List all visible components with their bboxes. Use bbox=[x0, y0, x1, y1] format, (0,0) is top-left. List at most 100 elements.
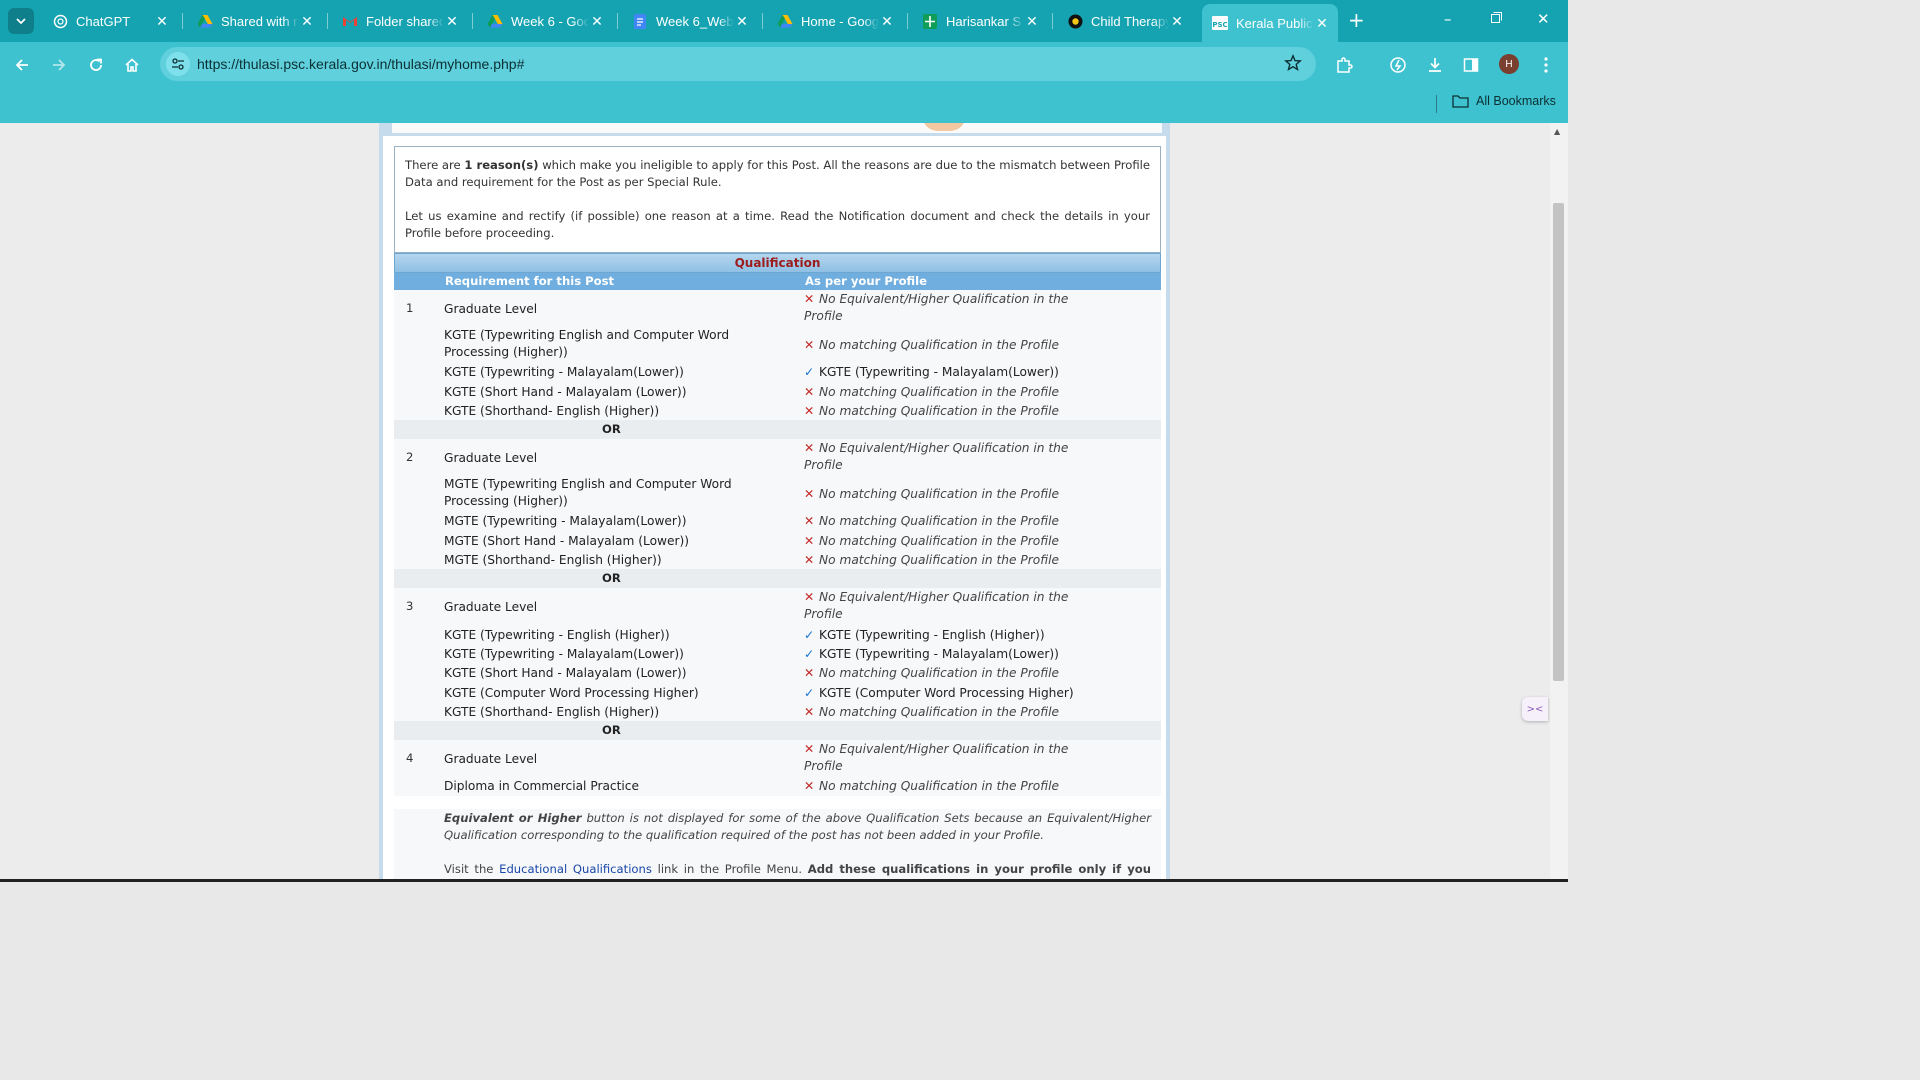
tab-close-icon[interactable]: ✕ bbox=[1169, 13, 1185, 30]
qualification-row: KGTE (Short Hand - Malayalam (Lower)) ✕ No… bbox=[394, 381, 1161, 400]
tab-search-button[interactable] bbox=[8, 8, 34, 34]
cross-icon: ✕ bbox=[804, 384, 815, 399]
requirement-cell: KGTE (Short Hand - Malayalam (Lower)) bbox=[444, 666, 687, 681]
tab-close-icon[interactable]: ✕ bbox=[154, 13, 170, 30]
site-info-icon[interactable] bbox=[166, 52, 190, 76]
side-panel-button[interactable] bbox=[1460, 54, 1482, 76]
profile-status-text: KGTE (Typewriting - Malayalam(Lower)) bbox=[819, 646, 1059, 661]
tab-separator bbox=[617, 13, 618, 29]
forward-button[interactable] bbox=[48, 54, 70, 76]
profile-avatar[interactable]: H bbox=[1499, 54, 1519, 74]
profile-cell: ✓ KGTE (Typewriting - Malayalam(Lower)) bbox=[804, 364, 1074, 381]
star-icon bbox=[1284, 53, 1302, 72]
or-separator: OR bbox=[394, 569, 1161, 589]
qualification-set: 1 Graduate Level ✕ No Equivalent/Higher Qua… bbox=[394, 290, 1161, 421]
back-button[interactable] bbox=[11, 54, 33, 76]
reason-count: 1 reason(s) bbox=[464, 158, 539, 172]
qualification-row: 3 Graduate Level ✕ No Equivalent/Higher Qua… bbox=[394, 588, 1161, 624]
profile-cell: ✓ KGTE (Computer Word Processing Higher) bbox=[804, 685, 1074, 702]
profile-status-text: No matching Qualification in the Profile bbox=[819, 705, 1059, 720]
tab-separator bbox=[907, 13, 908, 29]
requirement-cell: Graduate Level bbox=[444, 450, 538, 465]
profile-status-text: No matching Qualification in the Profile bbox=[819, 553, 1059, 568]
set-number: 1 bbox=[406, 300, 414, 315]
browser-tab[interactable]: Harisankar S ✕ bbox=[912, 6, 1048, 36]
address-bar[interactable]: https://thulasi.psc.kerala.gov.in/thulas… bbox=[160, 47, 1316, 81]
profile-status-text: No matching Qualification in the Profile bbox=[819, 403, 1059, 418]
profile-cell: ✕ No Equivalent/Higher Qualification in t… bbox=[804, 741, 1074, 775]
tab-close-icon[interactable]: ✕ bbox=[734, 13, 750, 30]
sheets-icon bbox=[922, 13, 938, 29]
all-bookmarks-button[interactable]: All Bookmarks bbox=[1452, 94, 1556, 108]
requirement-cell: KGTE (Typewriting English and Computer W… bbox=[444, 328, 730, 359]
ineligibility-reason-text: There are 1 reason(s) which make you ine… bbox=[405, 158, 1150, 189]
menu-button[interactable] bbox=[1535, 54, 1557, 76]
browser-tab[interactable]: Child Therapy ✕ bbox=[1057, 6, 1193, 36]
browser-tab[interactable]: Shared with me✕ bbox=[187, 6, 323, 36]
site-icon bbox=[1067, 13, 1083, 29]
extensions-button[interactable] bbox=[1333, 54, 1355, 76]
qualification-set: 4 Graduate Level ✕ No Equivalent/Higher Qua… bbox=[394, 740, 1161, 796]
profile-status-text: No matching Qualification in the Profile bbox=[819, 533, 1059, 548]
browser-tab[interactable]: Home - Google Drive✕ bbox=[767, 6, 903, 36]
scroll-thumb[interactable] bbox=[1553, 203, 1564, 681]
kebab-menu-icon bbox=[1544, 57, 1548, 73]
cross-icon: ✕ bbox=[804, 666, 815, 681]
checkmark-icon: ✓ bbox=[804, 365, 815, 380]
qualification-row: KGTE (Typewriting - Malayalam(Lower)) ✓ KG… bbox=[394, 362, 1161, 381]
educational-qualifications-link[interactable]: Educational Qualifications bbox=[499, 862, 652, 876]
profile-cell: ✕ No matching Qualification in the Profil… bbox=[804, 665, 1074, 682]
profile-status-text: No Equivalent/Higher Qualification in th… bbox=[804, 292, 1069, 323]
qualification-table-body: 1 Graduate Level ✕ No Equivalent/Higher Qua… bbox=[394, 290, 1161, 796]
qualification-section-title: Qualification bbox=[394, 253, 1161, 273]
tab-close-icon[interactable]: ✕ bbox=[1024, 13, 1040, 30]
side-widget-button[interactable]: >< bbox=[1522, 697, 1548, 721]
tab-close-icon[interactable]: ✕ bbox=[299, 13, 315, 30]
tab-close-icon[interactable]: ✕ bbox=[589, 13, 605, 30]
browser-tab[interactable]: Week 6_Web ✕ bbox=[622, 6, 758, 36]
downloads-button[interactable] bbox=[1424, 54, 1446, 76]
restore-button[interactable] bbox=[1490, 10, 1503, 28]
google-drive-icon bbox=[197, 13, 213, 29]
tab-separator bbox=[472, 13, 473, 29]
requirement-cell: Diploma in Commercial Practice bbox=[444, 779, 639, 794]
requirement-cell: Graduate Level bbox=[444, 751, 538, 766]
bookmarks-bar: All Bookmarks bbox=[0, 88, 1568, 123]
browser-tab[interactable]: Week 6 - Google Drive✕ bbox=[477, 6, 613, 36]
url-text: https://thulasi.psc.kerala.gov.in/thulas… bbox=[197, 56, 525, 72]
minimize-button[interactable]: – bbox=[1444, 10, 1452, 28]
profile-status-text: No matching Qualification in the Profile bbox=[819, 514, 1059, 529]
cross-icon: ✕ bbox=[804, 590, 815, 605]
tab-close-icon[interactable]: ✕ bbox=[879, 13, 895, 30]
tab-title: Child Therapy bbox=[1091, 13, 1169, 29]
side-panel-icon bbox=[1463, 58, 1479, 72]
footnote: Equivalent or Higher button is not displ… bbox=[394, 809, 1161, 882]
qualification-row: KGTE (Computer Word Processing Higher) ✓ K… bbox=[394, 683, 1161, 702]
qualification-row: KGTE (Shorthand- English (Higher)) ✕ No ma… bbox=[394, 702, 1161, 721]
requirement-cell: Graduate Level bbox=[444, 599, 538, 614]
page-scrollbar[interactable]: ▲ bbox=[1550, 123, 1568, 882]
close-window-button[interactable]: ✕ bbox=[1537, 10, 1550, 28]
profile-cell: ✕ No matching Qualification in the Profil… bbox=[804, 486, 1074, 503]
browser-tab-active[interactable]: PSC Kerala Public Service Commission✕ bbox=[1202, 4, 1338, 42]
new-tab-button[interactable]: + bbox=[1348, 10, 1365, 30]
profile-cell: ✕ No matching Qualification in the Profil… bbox=[804, 337, 1074, 354]
profile-status-text: No Equivalent/Higher Qualification in th… bbox=[804, 590, 1069, 622]
tab-close-icon[interactable]: ✕ bbox=[1314, 15, 1330, 32]
arrow-left-icon bbox=[15, 59, 28, 71]
tab-close-icon[interactable]: ✕ bbox=[444, 13, 460, 30]
or-separator: OR bbox=[394, 721, 1161, 741]
browser-tab[interactable]: ChatGPT ✕ bbox=[42, 6, 178, 36]
bookmark-star-button[interactable] bbox=[1284, 53, 1302, 75]
browser-tab[interactable]: Folder shared with you✕ bbox=[332, 6, 468, 36]
requirement-cell: KGTE (Shorthand- English (Higher)) bbox=[444, 705, 660, 720]
profile-cell: ✕ No matching Qualification in the Profil… bbox=[804, 533, 1074, 550]
scroll-up-arrow[interactable]: ▲ bbox=[1554, 127, 1560, 136]
profile-status-text: No matching Qualification in the Profile bbox=[819, 666, 1059, 681]
performance-button[interactable] bbox=[1387, 54, 1409, 76]
home-button[interactable] bbox=[121, 54, 143, 76]
set-number: 2 bbox=[406, 449, 414, 464]
equivalent-note: Equivalent or Higher button is not displ… bbox=[444, 811, 1152, 842]
reload-button[interactable] bbox=[85, 54, 107, 76]
requirement-cell: KGTE (Computer Word Processing Higher) bbox=[444, 685, 699, 700]
